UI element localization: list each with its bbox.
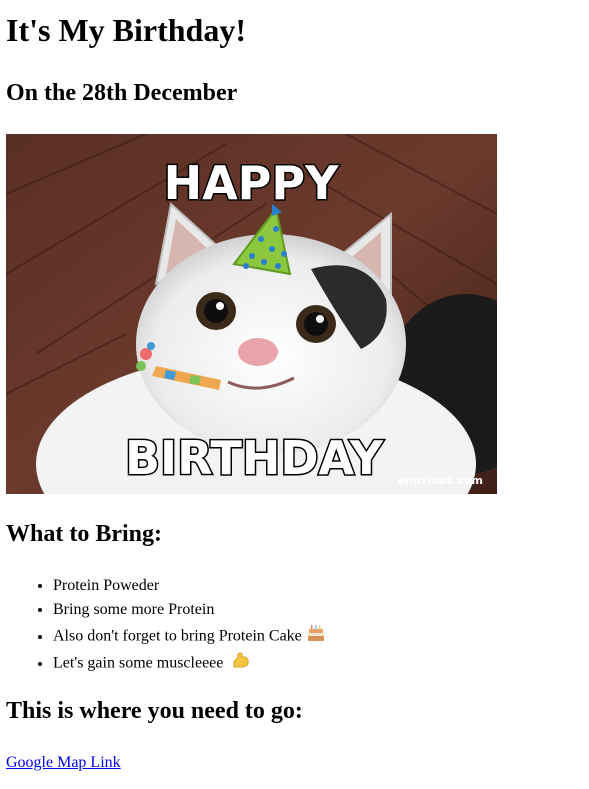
bring-list: Protein Poweder Bring some more Protein … bbox=[6, 574, 326, 674]
bring-heading: What to Bring: bbox=[6, 521, 162, 547]
list-item: Also don't forget to bring Protein Cake bbox=[53, 623, 326, 650]
caption-top: HAPPY bbox=[164, 156, 340, 210]
date-heading: On the 28th December bbox=[6, 80, 238, 106]
list-item: Let's gain some muscleeee bbox=[53, 650, 326, 674]
list-item: Protein Poweder bbox=[53, 574, 326, 598]
location-heading: This is where you need to go: bbox=[6, 698, 303, 724]
google-map-link[interactable]: Google Map Link bbox=[6, 751, 121, 775]
flexed-biceps-icon bbox=[231, 650, 251, 678]
list-item: Bring some more Protein bbox=[53, 598, 326, 623]
caption-bottom: BIRTHDAY bbox=[125, 431, 384, 485]
cake-icon bbox=[306, 623, 326, 651]
watermark: enoxious.com bbox=[398, 474, 483, 487]
birthday-cat-image: HAPPY BIRTHDAY enoxious.com bbox=[6, 134, 497, 494]
